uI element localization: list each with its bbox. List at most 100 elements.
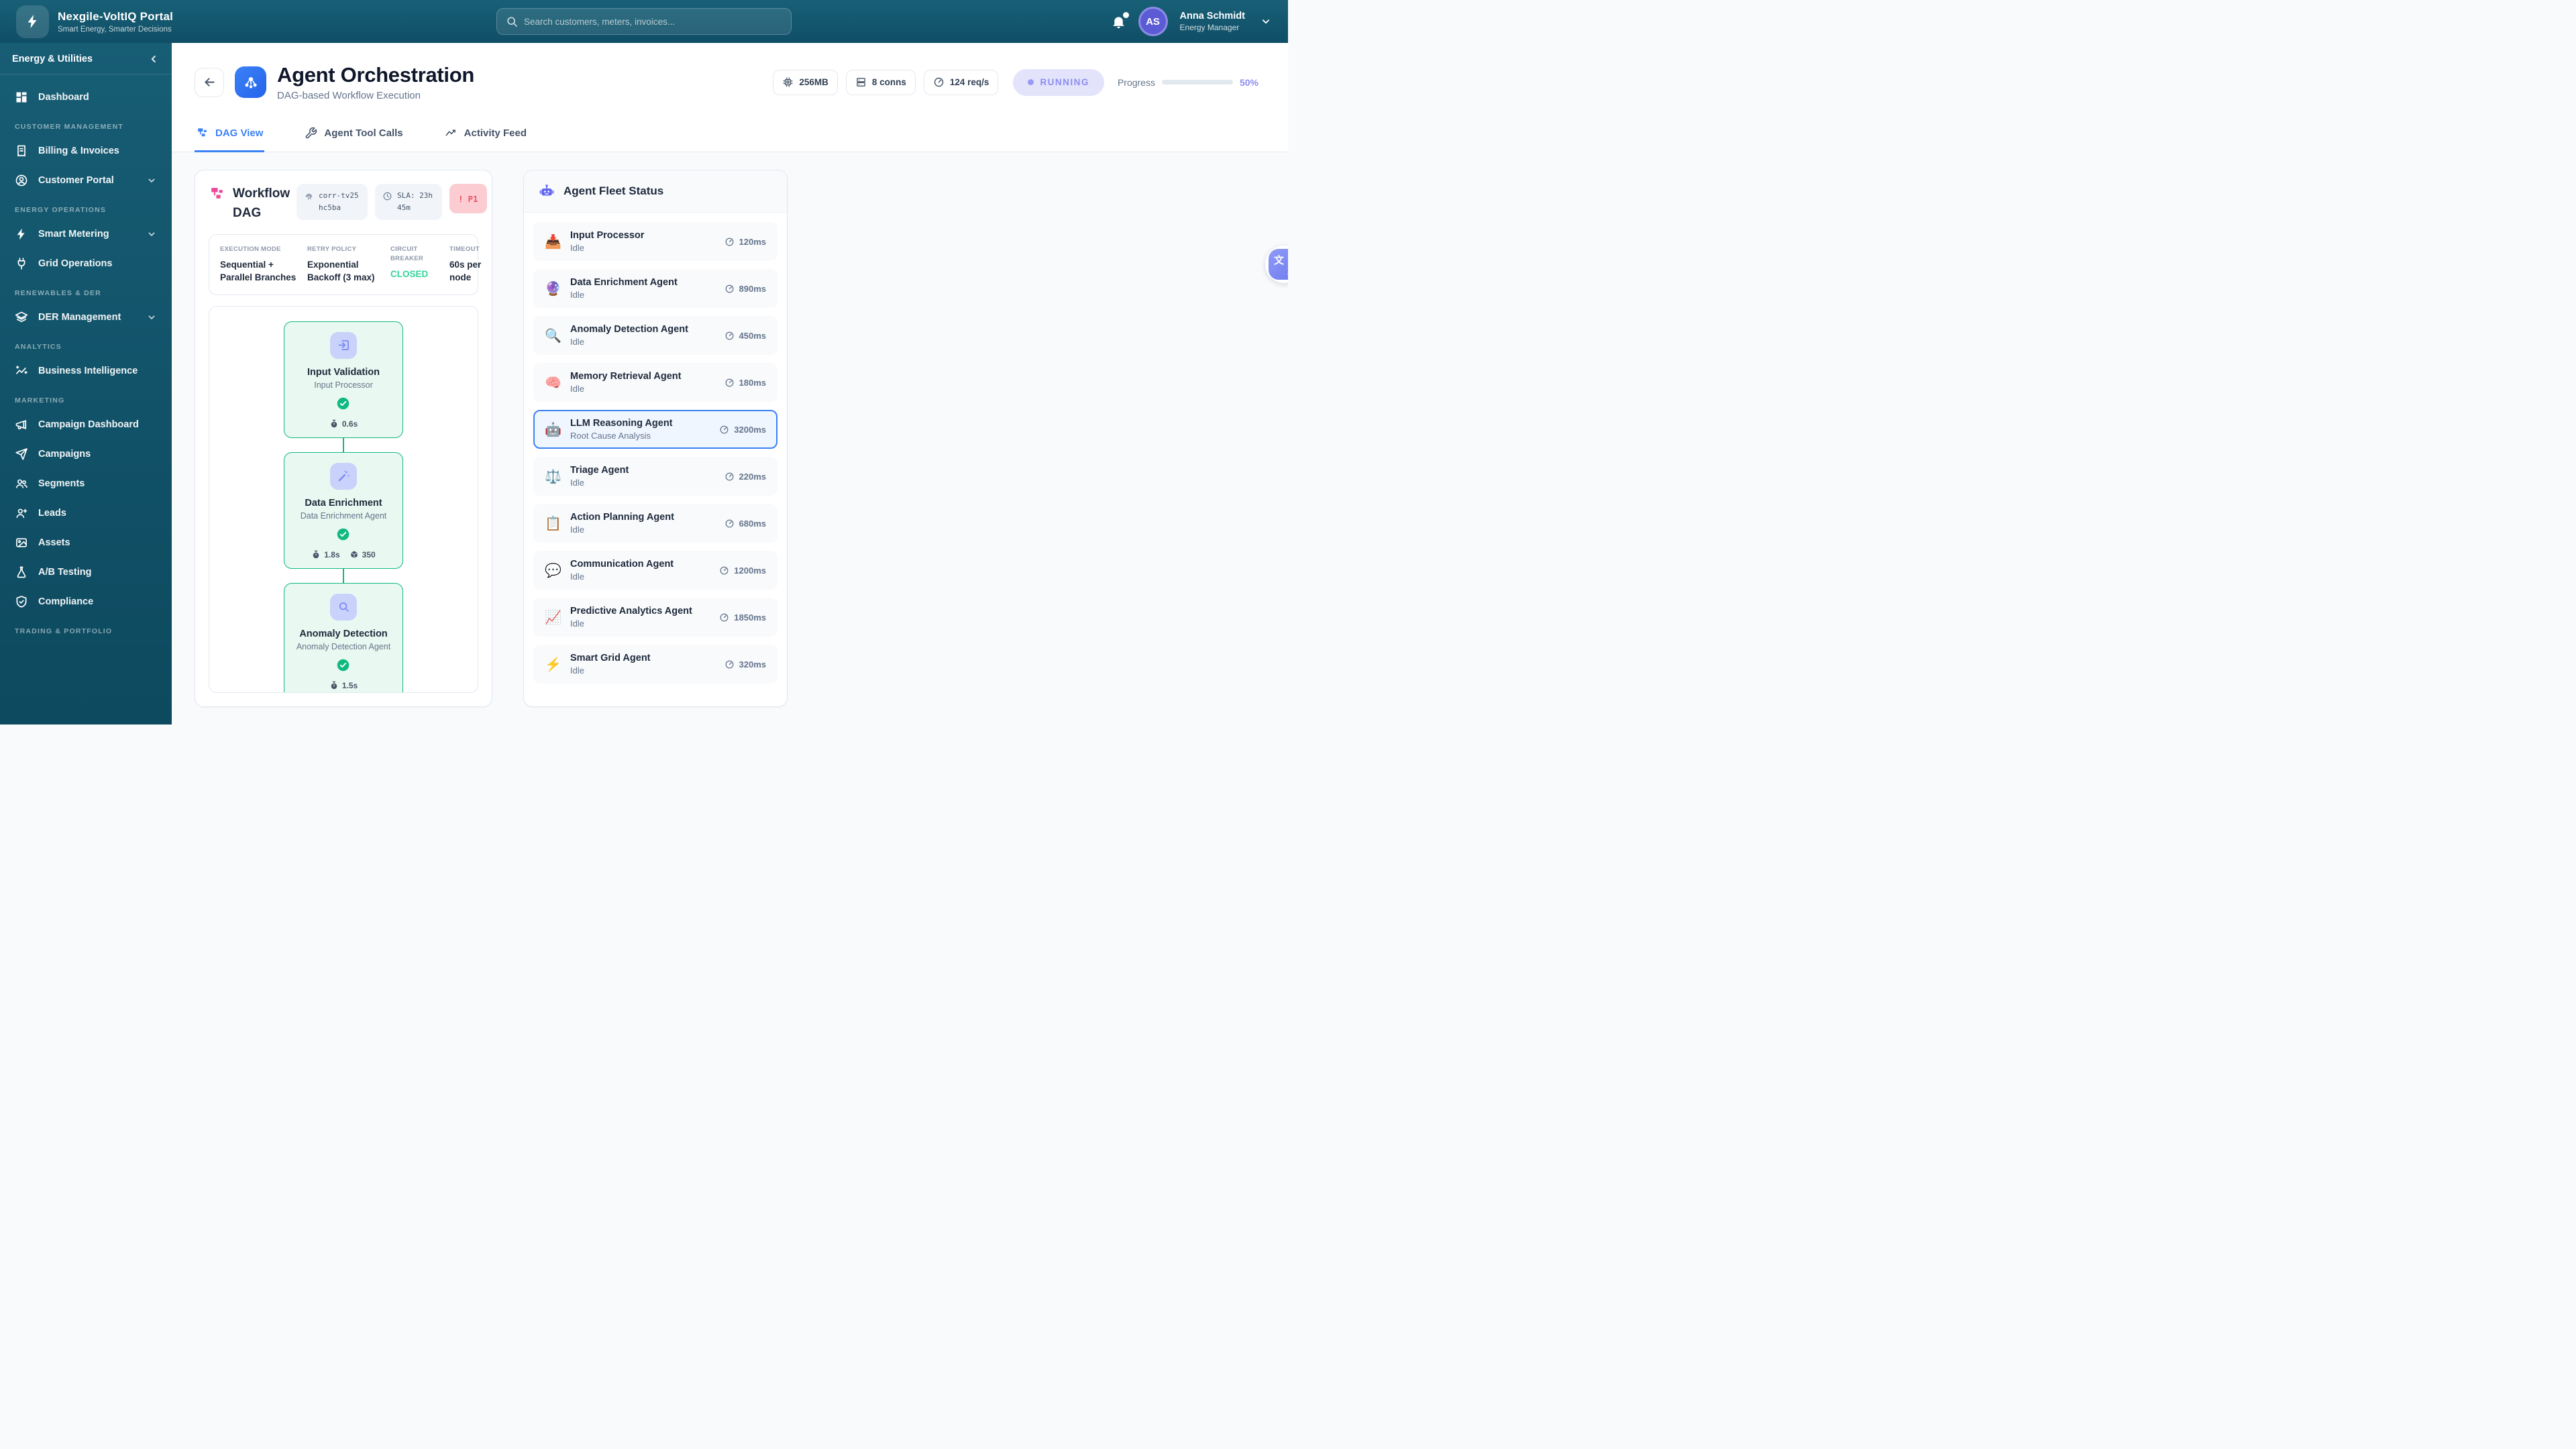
workflow-badges: corr-tv25hc5ba SLA: 23h 45m ! P1 [297,184,487,221]
server-icon [855,76,867,88]
check-circle-icon [336,527,351,541]
bolt-logo-icon [16,5,49,38]
agent-latency-group: 180ms [724,378,766,388]
agent-row-llm-reasoning-agent[interactable]: 🤖 LLM Reasoning Agent Root Cause Analysis 3… [533,410,777,449]
agent-row-predictive-analytics-agent[interactable]: 📈 Predictive Analytics Agent Idle 1850ms [533,598,777,637]
exec-config-value: 60s per node [449,260,482,283]
sparkline-icon [15,364,28,378]
tab-dag-view[interactable]: DAG View [195,117,265,152]
tab-agent-tool-calls[interactable]: Agent Tool Calls [303,117,404,152]
node-tokens: 350 [350,550,376,559]
sidebar-item-grid-operations[interactable]: Grid Operations [8,249,164,278]
sidebar-item-dashboard[interactable]: Dashboard [8,83,164,112]
user-block[interactable]: Anna Schmidt Energy Manager [1180,11,1245,32]
agent-info: Smart Grid Agent Idle [570,653,651,676]
chevron-down-icon [146,312,157,323]
tab-activity-feed[interactable]: Activity Feed [443,117,528,152]
node-agent: Input Processor [314,380,373,390]
agent-info: Data Enrichment Agent Idle [570,277,678,300]
node-title: Input Validation [307,366,380,378]
agent-row-communication-agent[interactable]: 💬 Communication Agent Idle 1200ms [533,551,777,590]
sidebar-item-business-intelligence[interactable]: Business Intelligence [8,356,164,386]
agent-row-action-planning-agent[interactable]: 📋 Action Planning Agent Idle 680ms [533,504,777,543]
agent-latency-group: 3200ms [719,425,766,435]
stopwatch-icon [311,550,321,559]
check-circle-icon [336,658,351,672]
search-icon [505,15,519,28]
sidebar-item-assets[interactable]: Assets [8,528,164,557]
sidebar-section-label: MARKETING [15,396,65,405]
agent-info: Predictive Analytics Agent Idle [570,606,692,629]
agent-status: Idle [570,665,584,676]
sidebar-section-label: ENERGY OPERATIONS [15,206,107,214]
exec-config-label: TIMEOUT [449,245,480,253]
workflow-header: Workflow DAG corr-tv25hc5ba SLA: 23h 45m… [209,184,487,223]
translate-icon: 文A [1269,249,1288,280]
dag-node-anomaly-detection[interactable]: Anomaly Detection Anomaly Detection Agent… [284,582,403,692]
app-subtitle: Smart Energy, Smarter Decisions [58,25,172,34]
user-name: Anna Schmidt [1179,11,1245,21]
agent-status: Idle [570,572,584,582]
agent-row-memory-retrieval-agent[interactable]: 🧠 Memory Retrieval Agent Idle 180ms [533,363,777,402]
sidebar-nav: Dashboard CUSTOMER MANAGEMENT Billing & In… [0,74,172,649]
page-stats: 256MB 8 conns 124 req/s RUNNING Progress 5… [773,68,1258,96]
agent-latency-group: 120ms [724,237,766,247]
sidebar-item-campaign-dashboard[interactable]: Campaign Dashboard [8,410,164,439]
sidebar-item-der-management[interactable]: DER Management [8,303,164,332]
agent-row-triage-agent[interactable]: ⚖️ Triage Agent Idle 220ms [533,457,777,496]
agent-name: Input Processor [570,230,645,241]
avatar[interactable]: AS [1138,7,1168,36]
sidebar-item-a-b-testing[interactable]: A/B Testing [8,557,164,587]
agent-latency-group: 450ms [724,331,766,341]
agent-latency: 320ms [739,659,766,669]
agent-status: Idle [570,290,584,300]
sidebar-item-leads[interactable]: Leads [8,498,164,528]
sidebar-section-label: RENEWABLES & DER [15,289,101,297]
main-content: Agent Orchestration DAG-based Workflow E… [172,43,1288,724]
sidebar-item-smart-metering[interactable]: Smart Metering [8,219,164,249]
chevron-down-icon[interactable] [1260,15,1272,28]
plug-icon [15,257,28,270]
sla-badge: SLA: 23h 45m [375,184,442,221]
tab-label: Activity Feed [464,127,527,139]
back-button[interactable] [195,67,224,97]
sidebar-collapse-chevron-left-icon[interactable] [148,53,160,65]
agent-latency: 3200ms [734,424,766,435]
node-metrics: 1.8s 350 [291,550,396,559]
notification-dot [1122,11,1129,18]
user-role: Energy Manager [1179,23,1240,32]
sidebar-item-label: Smart Metering [38,229,109,239]
sidebar-context-label: Energy & Utilities [12,54,93,64]
sidebar-item-label: Billing & Invoices [38,146,119,156]
global-search [496,8,792,35]
sidebar-item-segments[interactable]: Segments [8,469,164,498]
agent-name: Triage Agent [570,465,629,476]
agent-name: Action Planning Agent [570,512,674,523]
agent-info: Communication Agent Idle [570,559,674,582]
agent-status: Idle [570,478,584,488]
agent-row-anomaly-detection-agent[interactable]: 🔍 Anomaly Detection Agent Idle 450ms [533,316,777,355]
gauge-icon [724,472,735,482]
priority-badge: ! P1 [449,184,487,213]
agent-name: Predictive Analytics Agent [570,606,692,616]
stat-chip-8-conns: 8 conns [845,69,916,95]
exec-config-label: CIRCUIT BREAKER [390,245,424,263]
dag-node-data-enrichment[interactable]: Data Enrichment Data Enrichment Agent 1.8s… [284,451,403,569]
agent-row-smart-grid-agent[interactable]: ⚡ Smart Grid Agent Idle 320ms [533,645,777,684]
sidebar-item-billing-invoices[interactable]: Billing & Invoices [8,136,164,166]
exec-config-timeout: TIMEOUT 60s per node [449,245,491,284]
agent-row-input-processor[interactable]: 📥 Input Processor Idle 120ms [533,222,777,261]
search-icon [337,600,351,614]
sidebar-item-customer-portal[interactable]: Customer Portal [8,166,164,195]
sidebar-item-compliance[interactable]: Compliance [8,587,164,616]
dag-node-input-validation[interactable]: Input Validation Input Processor 0.6s [284,321,403,438]
cpu-icon [782,76,794,88]
agent-row-data-enrichment-agent[interactable]: 🔮 Data Enrichment Agent Idle 890ms [533,269,777,308]
search-input[interactable] [496,8,792,35]
sidebar-item-campaigns[interactable]: Campaigns [8,439,164,469]
gauge-icon [719,612,729,623]
shield-check-icon [15,595,28,608]
notifications-bell-icon[interactable] [1111,11,1129,30]
top-right: AS Anna Schmidt Energy Manager [1111,7,1272,36]
tab-content: Workflow DAG corr-tv25hc5ba SLA: 23h 45m… [172,152,1288,724]
